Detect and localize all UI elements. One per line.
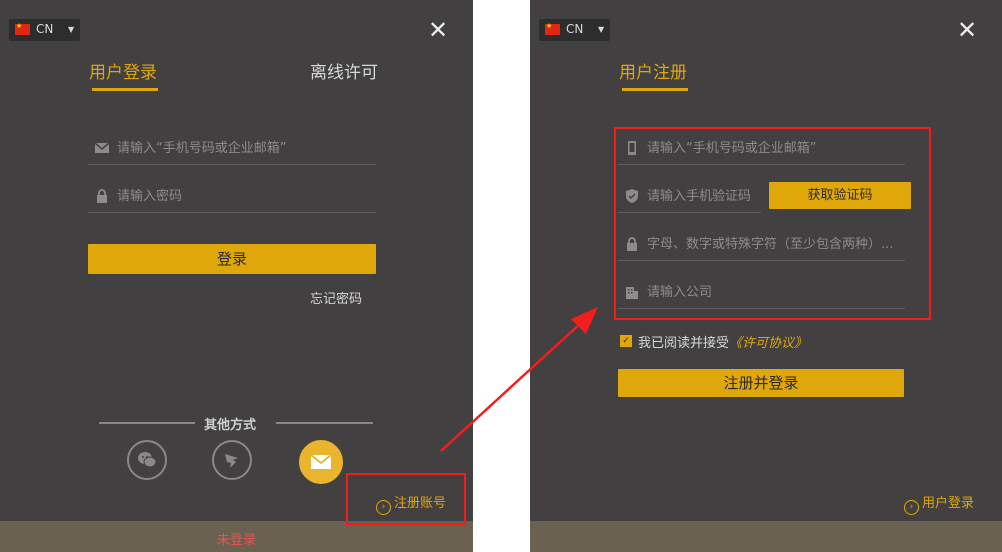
annotation-arrow xyxy=(440,307,598,452)
